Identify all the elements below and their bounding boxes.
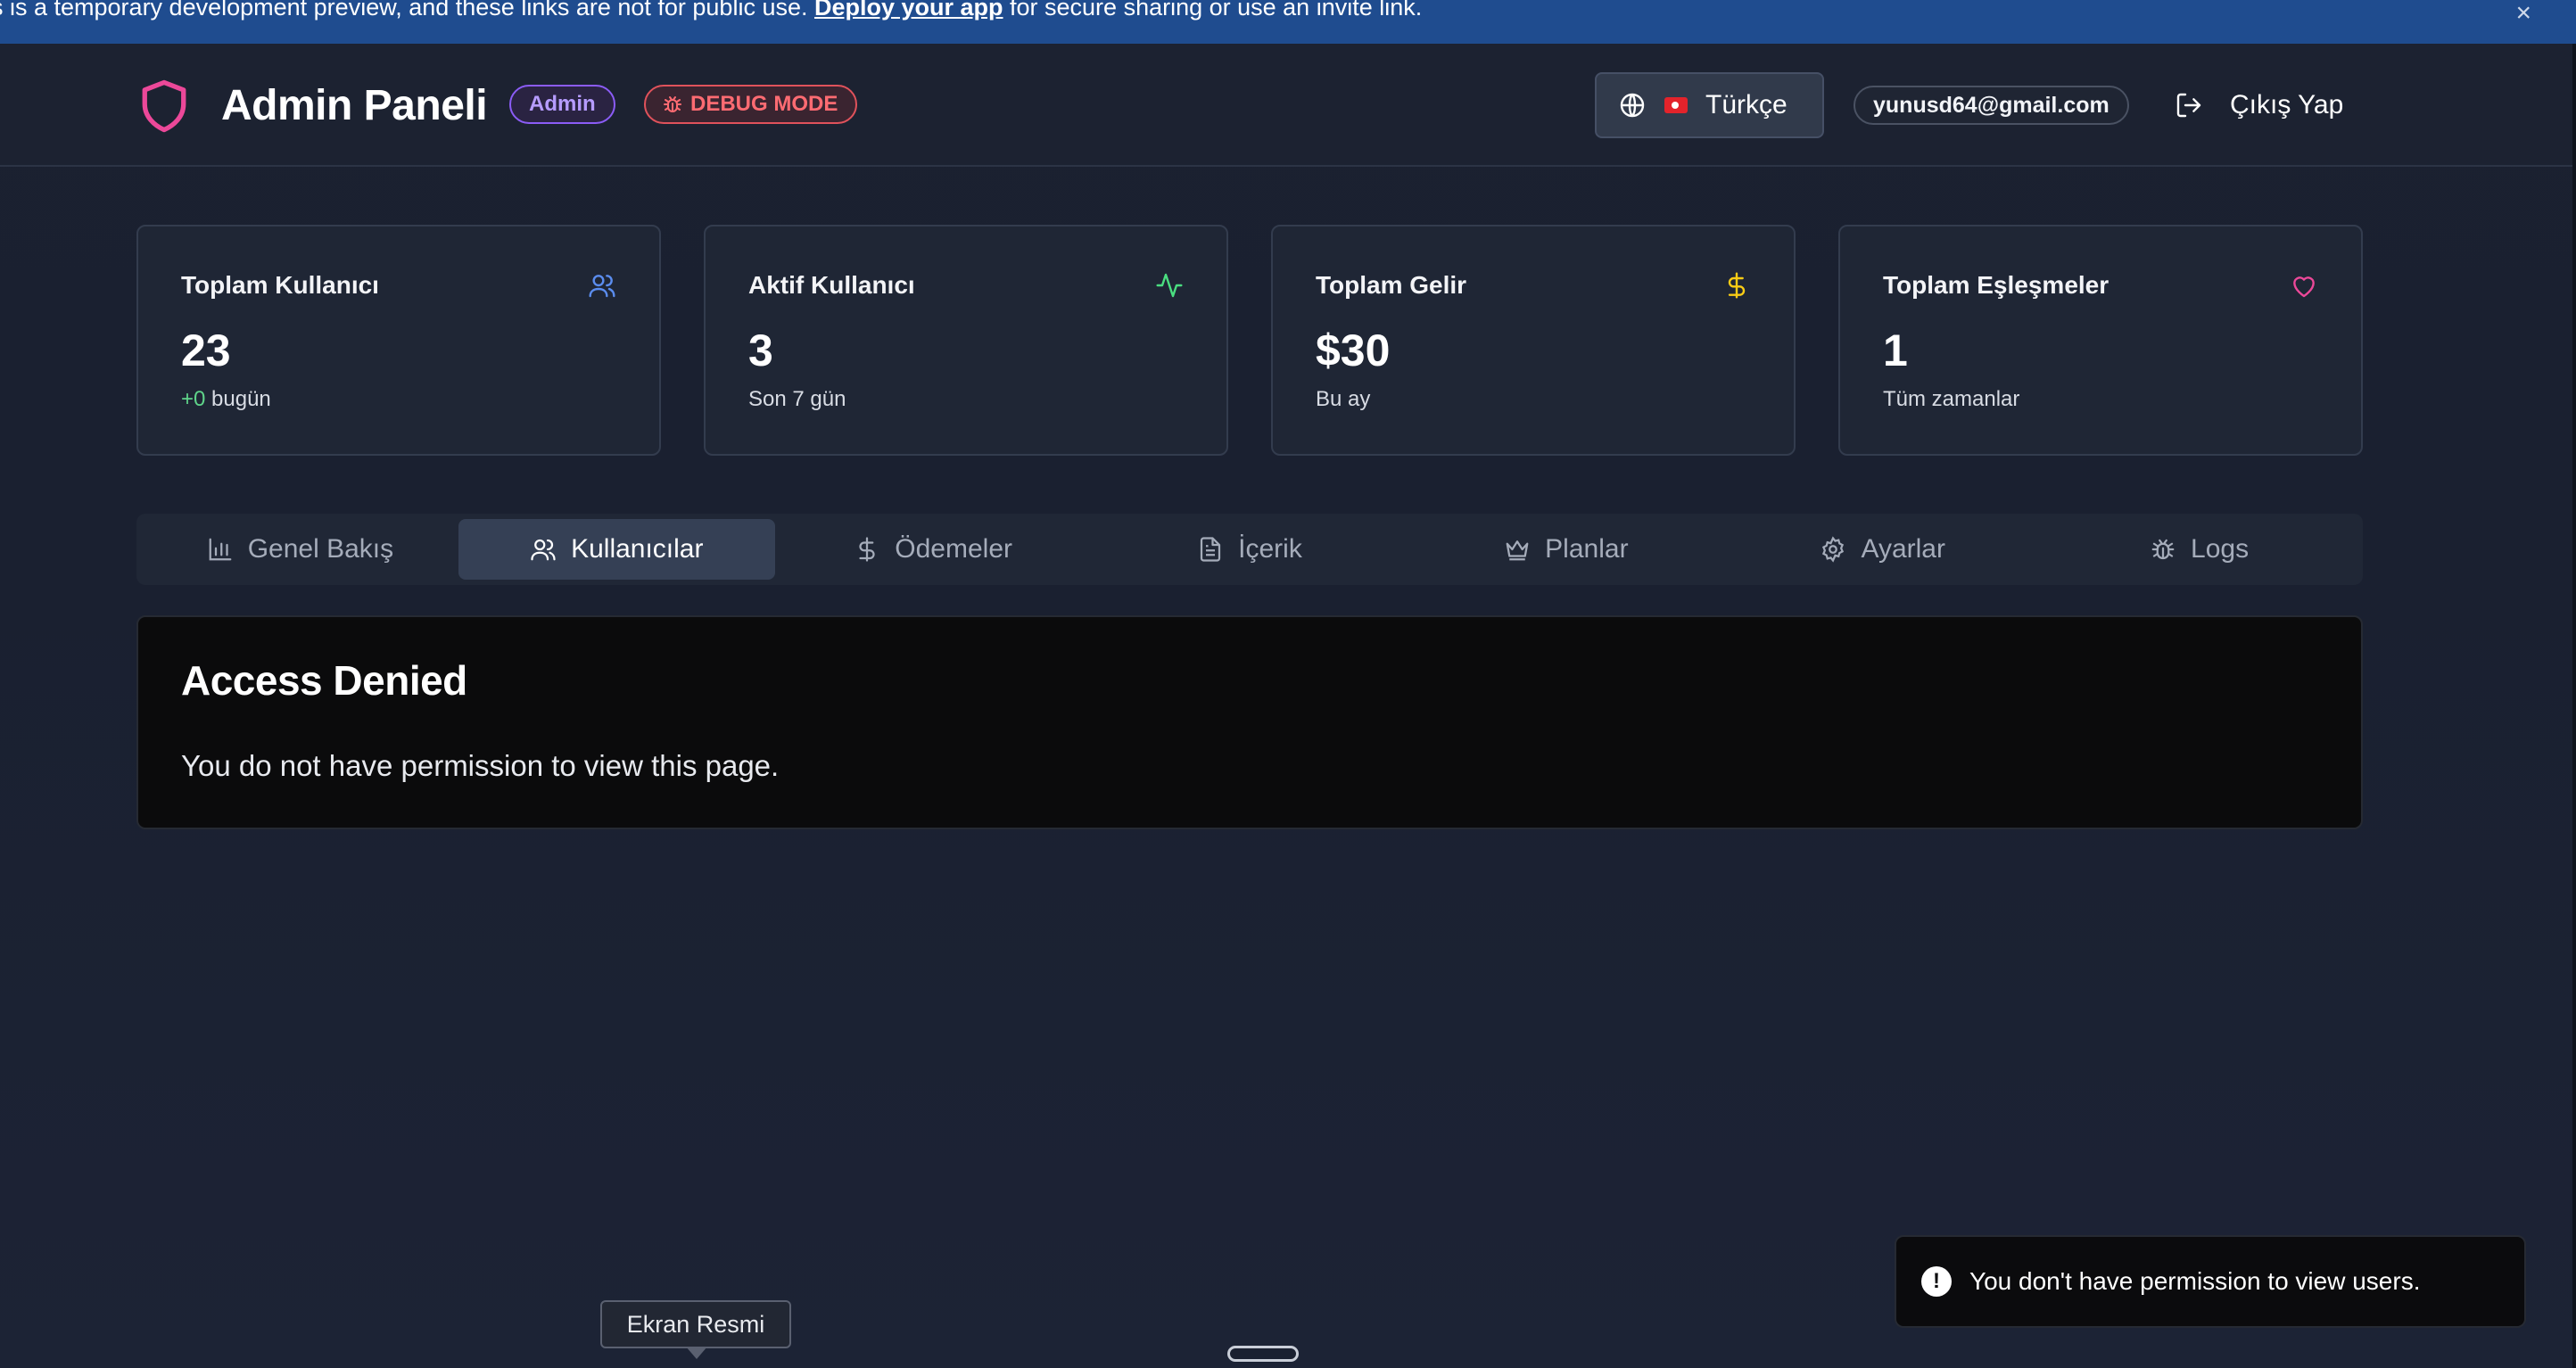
stat-value: $30 — [1316, 326, 1391, 375]
access-denied-panel: Access Denied You do not have permission… — [136, 615, 2363, 829]
tab-payments[interactable]: Ödemeler — [775, 519, 1092, 580]
admin-badge: Admin — [509, 85, 615, 124]
stat-card-total-revenue: Toplam Gelir $30 Bu ay — [1271, 225, 1796, 456]
stat-sub-label: bugün — [205, 387, 271, 411]
dollar-icon — [859, 537, 875, 562]
language-label: Türkçe — [1705, 90, 1788, 119]
tab-label: Ödemeler — [895, 534, 1012, 564]
access-denied-message: You do not have permission to view this … — [181, 749, 780, 782]
banner-text-before: s is a temporary development preview, an… — [0, 0, 814, 21]
stat-subtext: Tüm zamanlar — [1883, 387, 2020, 411]
language-selector[interactable]: Türkçe — [1595, 72, 1824, 138]
tab-label: Ayarlar — [1861, 534, 1945, 564]
turkey-flag-icon — [1664, 97, 1688, 113]
toast-message: You don't have permission to view users. — [1969, 1267, 2421, 1295]
shield-icon — [142, 79, 186, 133]
bottom-drag-handle[interactable] — [1227, 1346, 1299, 1362]
stat-value: 1 — [1883, 326, 1908, 375]
screenshot-tooltip: Ekran Resmi — [600, 1300, 791, 1348]
stat-value: 23 — [181, 326, 231, 375]
tab-settings[interactable]: Ayarlar — [1724, 519, 2041, 580]
bug-icon — [2151, 539, 2175, 560]
banner-close-icon[interactable]: × — [2515, 0, 2531, 29]
stat-title: Aktif Kullanıcı — [748, 271, 915, 299]
dev-preview-banner: s is a temporary development preview, an… — [0, 0, 2576, 44]
stat-subtext: +0 bugün — [181, 387, 271, 412]
tab-label: Genel Bakış — [247, 534, 394, 564]
user-email-badge: yunusd64@gmail.com — [1854, 86, 2129, 125]
page-title: Admin Paneli — [221, 82, 488, 129]
alert-icon: ! — [1921, 1266, 1952, 1297]
bug-icon — [664, 96, 681, 112]
stat-subtext: Bu ay — [1316, 387, 1371, 411]
logout-button[interactable]: Çıkış Yap — [2175, 83, 2343, 128]
top-header: Admin Paneli Admin DEBUG MODE Türkçe yun… — [0, 44, 2572, 167]
debug-mode-label: DEBUG MODE — [690, 92, 838, 116]
bar-chart-icon — [209, 538, 232, 561]
activity-icon — [1156, 273, 1183, 298]
window-edge — [2572, 44, 2576, 1368]
tooltip-arrow — [686, 1347, 707, 1359]
permission-toast[interactable]: ! You don't have permission to view user… — [1895, 1235, 2526, 1328]
tab-label: Kullanıcılar — [571, 534, 704, 564]
stat-delta: +0 — [181, 387, 206, 411]
deploy-app-link[interactable]: Deploy your app — [814, 0, 1003, 21]
gear-icon — [1822, 536, 1845, 563]
heart-icon — [2293, 276, 2315, 298]
file-text-icon — [1201, 537, 1221, 562]
stat-card-total-matches: Toplam Eşleşmeler 1 Tüm zamanlar — [1838, 225, 2363, 456]
tab-logs[interactable]: Logs — [2041, 519, 2357, 580]
dollar-icon — [1728, 272, 1746, 299]
access-denied-title: Access Denied — [181, 657, 467, 704]
debug-mode-badge: DEBUG MODE — [644, 85, 858, 124]
stat-value: 3 — [748, 326, 773, 375]
users-icon — [589, 275, 615, 298]
tab-label: Logs — [2191, 534, 2250, 564]
stat-subtext: Son 7 gün — [748, 387, 846, 411]
stat-title: Toplam Kullanıcı — [181, 271, 379, 299]
tab-label: İçerik — [1238, 534, 1302, 564]
banner-text-after: for secure sharing or use an invite link… — [1003, 0, 1423, 21]
logout-icon — [2176, 93, 2201, 118]
stat-card-total-users: Toplam Kullanıcı 23 +0 bugün — [136, 225, 661, 456]
banner-text: s is a temporary development preview, an… — [0, 0, 1422, 21]
tab-plans[interactable]: Planlar — [1408, 519, 1724, 580]
users-icon — [531, 539, 556, 561]
stat-title: Toplam Gelir — [1316, 271, 1467, 299]
tab-content[interactable]: İçerik — [1092, 519, 1408, 580]
crown-icon — [1506, 540, 1529, 561]
tab-overview[interactable]: Genel Bakış — [142, 519, 458, 580]
stats-row: Toplam Kullanıcı 23 +0 bugün Aktif Kulla… — [136, 225, 2363, 456]
admin-tabs: Genel Bakış Kullanıcılar Ödemeler İçerik… — [136, 514, 2363, 585]
stat-card-active-users: Aktif Kullanıcı 3 Son 7 gün — [704, 225, 1228, 456]
tab-users[interactable]: Kullanıcılar — [458, 519, 775, 580]
logout-label: Çıkış Yap — [2230, 90, 2344, 119]
globe-icon — [1620, 93, 1645, 118]
stat-title: Toplam Eşleşmeler — [1883, 271, 2110, 299]
tab-label: Planlar — [1545, 534, 1629, 564]
